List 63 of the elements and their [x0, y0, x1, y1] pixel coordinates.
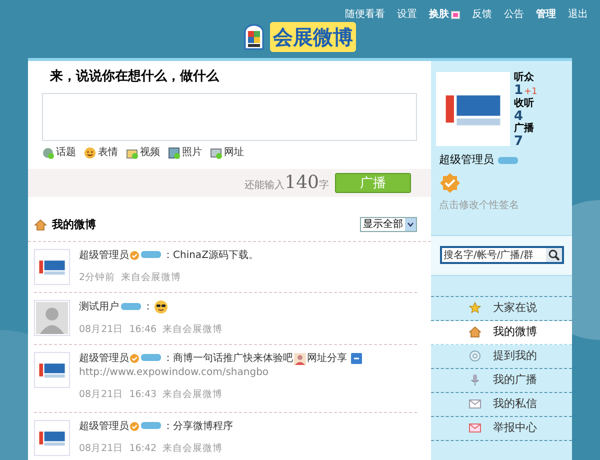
- post-date: 2分钟前: [79, 271, 116, 285]
- post-date: 08月21日: [79, 388, 124, 402]
- tool-link[interactable]: 表情: [98, 145, 118, 160]
- author-link[interactable]: 超级管理员: [79, 421, 129, 432]
- chevron-down-icon: [405, 218, 416, 232]
- profile-name: 超级管理员: [439, 152, 494, 168]
- tool-link[interactable]: 视频: [140, 145, 160, 160]
- nav-link[interactable]: 退出: [568, 7, 588, 22]
- post-text: ：: [143, 302, 153, 313]
- house-icon: [34, 218, 47, 231]
- sidebar-item[interactable]: 提到我的: [431, 344, 572, 368]
- post-text: ：ChinaZ源码下载。: [163, 250, 258, 261]
- level-badge-icon: [141, 251, 161, 258]
- post-text: 网址分享: [307, 353, 348, 364]
- post-time: 16:43: [129, 388, 157, 402]
- user-silhouette-icon: [36, 302, 68, 334]
- sidebar-item[interactable]: 我的微博: [431, 320, 572, 344]
- stat-count[interactable]: 4: [514, 110, 524, 123]
- compose-heading: 来，说说你在想什么，做什么: [48, 68, 220, 86]
- post-text: ：商博一句话推广快来体验吧: [163, 353, 293, 364]
- logo-icon: [244, 24, 264, 50]
- search-field[interactable]: 搜名字/帐号/广播/群: [440, 246, 564, 264]
- avatar[interactable]: [34, 352, 70, 388]
- nav-link[interactable]: 设置: [397, 7, 417, 22]
- avatar[interactable]: [34, 420, 70, 456]
- author-link[interactable]: 超级管理员: [79, 353, 129, 364]
- post-text: ：分享微博程序: [163, 421, 233, 432]
- feed-title: 我的微博: [52, 216, 96, 232]
- author-link[interactable]: 超级管理员: [79, 250, 129, 261]
- nav-link[interactable]: 管理: [536, 7, 556, 22]
- post-date: 08月21日: [79, 322, 124, 337]
- nav-link[interactable]: 公告: [504, 7, 524, 22]
- post-time: 16:42: [129, 442, 157, 456]
- stat-label: 收听: [514, 98, 535, 110]
- stat-count[interactable]: 7: [514, 135, 524, 148]
- sidebar-item[interactable]: 我的私信: [431, 392, 572, 416]
- level-badge-icon: [498, 156, 518, 164]
- level-badge-icon: [141, 422, 161, 430]
- tool-link[interactable]: 照片: [182, 145, 202, 160]
- stat-delta: +1: [524, 86, 538, 98]
- search-icon[interactable]: [546, 248, 562, 262]
- nav-link[interactable]: 随便看看: [345, 7, 385, 22]
- post-link[interactable]: http://www.expowindow.com/shangbo: [79, 367, 269, 378]
- tool-link[interactable]: 话题: [56, 145, 76, 160]
- level-badge-icon: [141, 354, 161, 362]
- nav-link[interactable]: 换肤: [429, 7, 460, 22]
- character-counter: 还能输入 140字: [244, 171, 329, 195]
- palette-icon: [451, 10, 460, 18]
- level-badge-icon: [121, 302, 141, 310]
- post-date: 08月21日: [79, 442, 124, 456]
- sidebar-item[interactable]: 举报中心: [431, 416, 572, 440]
- sidebar-item[interactable]: 我的广播: [431, 368, 572, 392]
- avatar[interactable]: [34, 249, 70, 285]
- author-link[interactable]: 测试用户: [79, 302, 119, 313]
- logo-text: 会展微博: [270, 22, 356, 52]
- tool-link[interactable]: 网址: [224, 145, 244, 160]
- filter-dropdown[interactable]: 显示全部: [360, 217, 417, 232]
- stat-label: 听众: [514, 72, 535, 84]
- stat-label: 广播: [514, 123, 535, 135]
- compose-input[interactable]: [42, 92, 417, 140]
- nav-link[interactable]: 反馈: [472, 7, 492, 22]
- post-time: 16:46: [129, 322, 157, 337]
- stat-count[interactable]: 1: [514, 84, 524, 97]
